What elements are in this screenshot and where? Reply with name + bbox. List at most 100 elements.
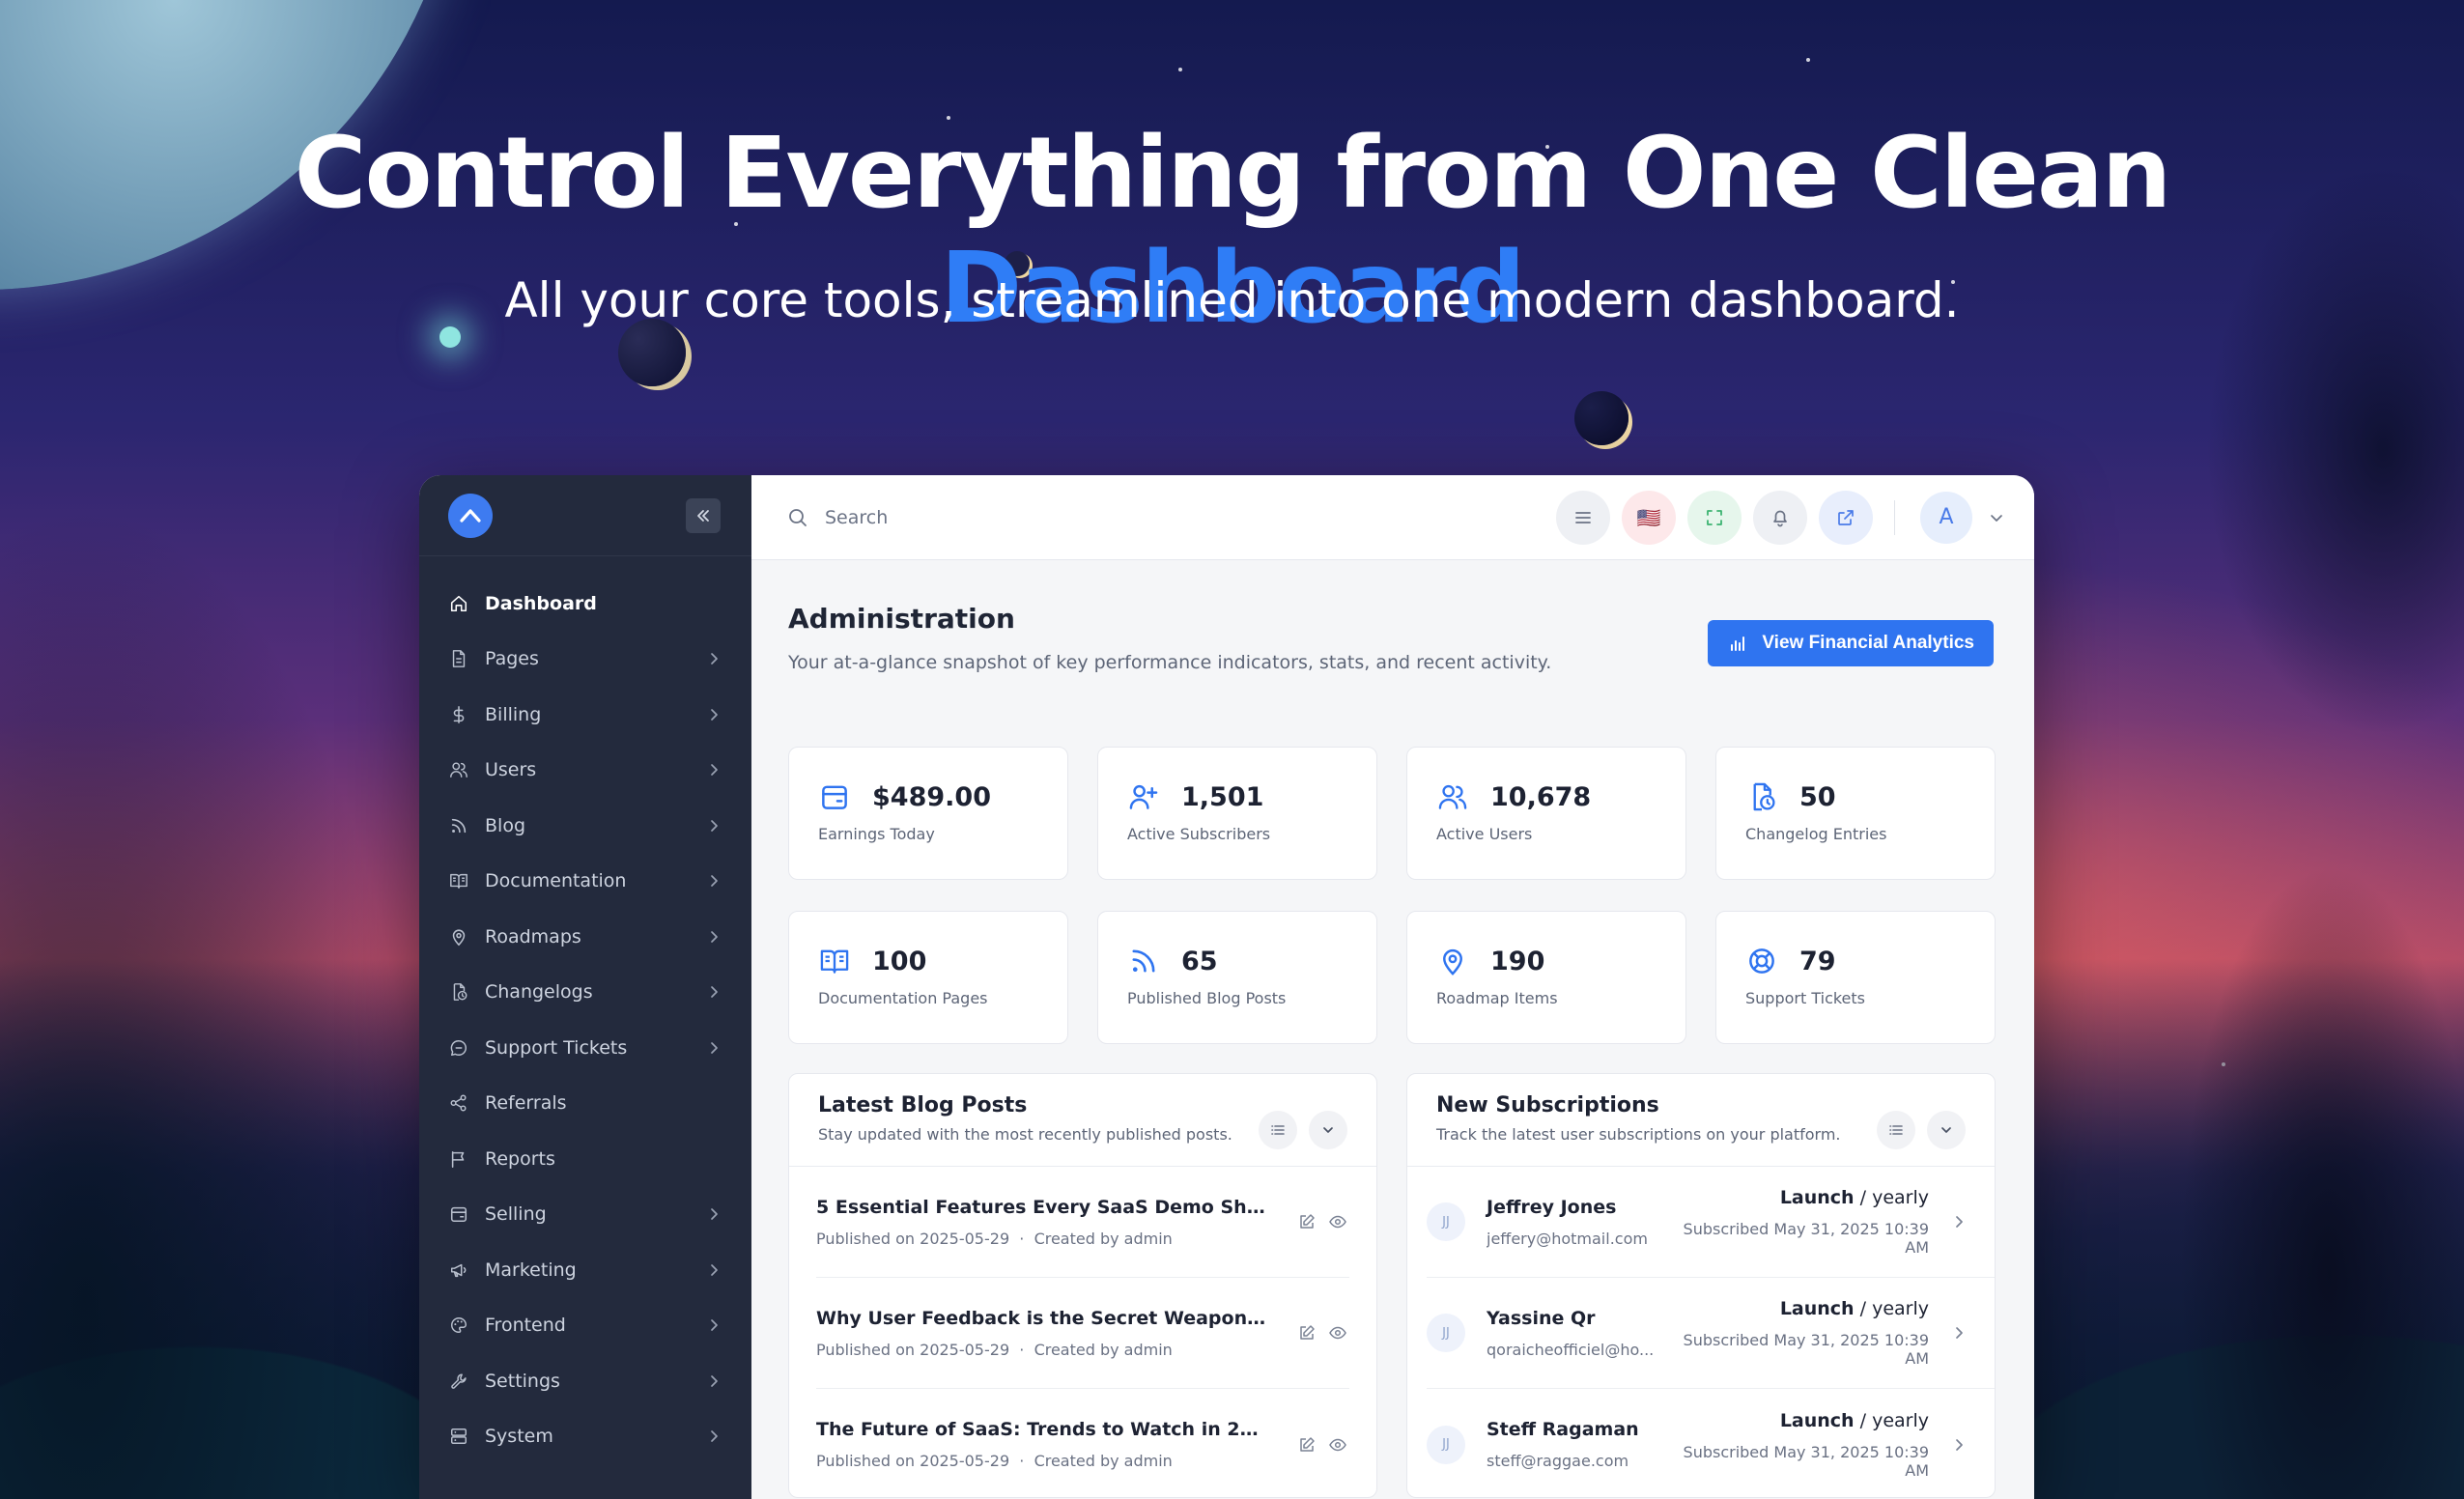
sidebar-item-roadmaps[interactable]: Roadmaps [419,909,751,965]
post-title[interactable]: 5 Essential Features Every SaaS Demo Sho… [816,1197,1270,1218]
list-view-button[interactable] [1259,1110,1297,1149]
sidebar-item-label: Roadmaps [485,925,581,947]
list-item[interactable]: 5 Essential Features Every SaaS Demo Sho… [816,1167,1349,1278]
sidebar-item-label: Settings [485,1370,560,1392]
edit-icon[interactable] [1295,1433,1318,1457]
sidebar-item-system[interactable]: System [419,1409,751,1465]
stat-card-documentation-pages: 100 Documentation Pages [788,911,1068,1044]
chevron-right-icon[interactable] [1948,1434,1969,1456]
chevron-right-icon [705,761,722,778]
list-view-button[interactable] [1877,1110,1915,1149]
menu-icon [1575,511,1591,523]
stat-card-active-users: 10,678 Active Users [1406,747,1686,880]
stat-value: 79 [1799,946,1836,976]
sidebar-item-label: Reports [485,1147,555,1170]
stat-card-active-subscribers: 1,501 Active Subscribers [1097,747,1377,880]
stat-card-earnings-today: $489.00 Earnings Today [788,747,1068,880]
stat-label: Earnings Today [818,825,935,843]
page-header: Administration Your at-a-glance snapshot… [788,560,1994,673]
language-button[interactable]: 🇺🇸 [1622,490,1676,545]
latest-blog-posts-panel: Latest Blog Posts Stay updated with the … [788,1073,1377,1498]
sidebar-item-reports[interactable]: Reports [419,1131,751,1187]
sidebar-item-blog[interactable]: Blog [419,798,751,854]
sidebar-item-changelogs[interactable]: Changelogs [419,965,751,1021]
stat-value: 65 [1181,946,1218,976]
sidebar-item-referrals[interactable]: Referrals [419,1076,751,1132]
file-icon [448,648,469,669]
chevron-right-icon[interactable] [1948,1322,1969,1343]
collapse-sidebar-button[interactable] [686,497,721,533]
stat-card-changelog-entries: 50 Changelog Entries [1715,747,1996,880]
rss-icon [1127,945,1160,977]
chevron-right-icon[interactable] [1948,1211,1969,1232]
sidebar-item-dashboard[interactable]: Dashboard [419,576,751,632]
lifebuoy-icon [1745,945,1778,977]
topbar: 🇺🇸 A [751,475,2034,560]
fullscreen-button[interactable] [1687,490,1742,545]
avatar: JJ [1427,1314,1465,1352]
stat-value: $489.00 [872,781,991,812]
megaphone-icon [448,1259,469,1281]
panel-header: New Subscriptions Track the latest user … [1407,1074,1995,1167]
map-pin-icon [448,926,469,947]
sidebar-header [419,475,751,556]
list-item[interactable]: Why User Feedback is the Secret Weapon o… [816,1278,1349,1389]
eye-icon[interactable] [1326,1321,1349,1344]
search-input[interactable] [825,506,1211,528]
menu-button[interactable] [1556,490,1610,545]
collapse-panel-button[interactable] [1309,1110,1347,1149]
sidebar-item-documentation[interactable]: Documentation [419,854,751,910]
subscriber-email: jeffery@hotmail.com [1487,1229,1648,1248]
subscription-date: Subscribed May 31, 2025 10:39 AM [1683,1442,1929,1480]
eye-icon[interactable] [1326,1210,1349,1233]
cta-label: View Financial Analytics [1762,633,1974,653]
sidebar-item-users[interactable]: Users [419,743,751,799]
sidebar-item-billing[interactable]: Billing [419,687,751,743]
sidebar-item-label: Users [485,759,537,781]
home-icon [448,593,469,614]
edit-icon[interactable] [1295,1210,1318,1233]
plan-period: / yearly [1854,1187,1929,1208]
eye-icon[interactable] [1326,1433,1349,1457]
edit-icon[interactable] [1295,1321,1318,1344]
stat-value: 50 [1799,781,1836,812]
sidebar-item-support-tickets[interactable]: Support Tickets [419,1020,751,1076]
list-item[interactable]: JJ Yassine Qr qoraicheofficiel@ho... Lau… [1427,1278,1995,1389]
collapse-panel-button[interactable] [1927,1110,1966,1149]
list-item[interactable]: JJ Jeffrey Jones jeffery@hotmail.com Lau… [1427,1167,1995,1278]
stat-value: 190 [1490,946,1545,976]
stat-label: Published Blog Posts [1127,989,1287,1007]
notifications-button[interactable] [1753,490,1807,545]
sidebar-item-pages[interactable]: Pages [419,632,751,688]
subscription-plan: Launch / yearly [1670,1187,1929,1208]
star [1806,58,1810,62]
us-flag-icon: 🇺🇸 [1636,505,1661,529]
sidebar-nav: Dashboard Pages Billing Users Blog Docum… [419,556,751,1464]
sidebar-item-frontend[interactable]: Frontend [419,1298,751,1354]
sidebar-item-marketing[interactable]: Marketing [419,1242,751,1298]
subscription-list: JJ Jeffrey Jones jeffery@hotmail.com Lau… [1407,1167,1995,1497]
subscription-plan: Launch / yearly [1670,1298,1929,1319]
flag-icon [448,1148,469,1170]
list-item[interactable]: The Future of SaaS: Trends to Watch in 2… [816,1389,1349,1497]
logo[interactable] [448,493,493,538]
content: Administration Your at-a-glance snapshot… [751,560,2034,1498]
users-icon [1436,780,1469,813]
chevron-right-icon [705,706,722,723]
user-avatar[interactable]: A [1920,491,1972,544]
chevron-down-icon[interactable] [1988,508,2007,527]
external-link-icon [1838,509,1854,525]
stat-label: Changelog Entries [1745,825,1887,843]
avatar: JJ [1427,1202,1465,1241]
list-item[interactable]: JJ Steff Ragaman steff@raggae.com Launch… [1427,1389,1995,1497]
view-financial-analytics-button[interactable]: View Financial Analytics [1708,620,1994,666]
post-author: Created by admin [1034,1229,1173,1248]
post-title[interactable]: The Future of SaaS: Trends to Watch in 2… [816,1419,1270,1440]
sidebar-item-label: Billing [485,703,542,725]
list-icon [1271,1124,1285,1135]
sidebar-item-label: Selling [485,1203,547,1226]
sidebar-item-settings[interactable]: Settings [419,1353,751,1409]
open-site-button[interactable] [1819,490,1873,545]
post-title[interactable]: Why User Feedback is the Secret Weapon o… [816,1308,1270,1329]
sidebar-item-selling[interactable]: Selling [419,1187,751,1243]
